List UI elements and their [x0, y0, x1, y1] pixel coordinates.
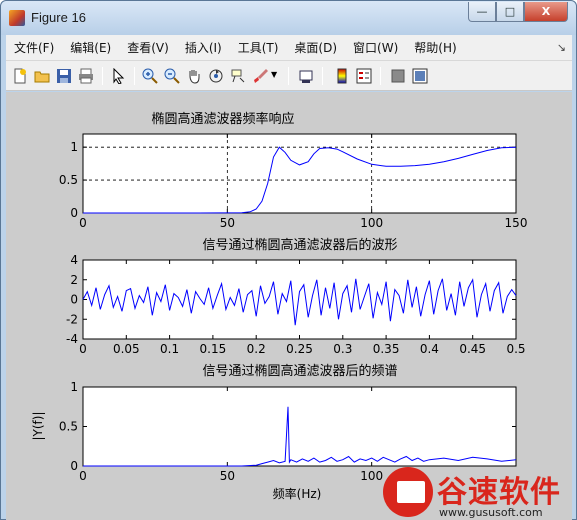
x-tick-label: 0.3	[333, 342, 352, 356]
y-tick-label: 1	[70, 380, 78, 394]
menu-bar: 文件(F) 编辑(E) 查看(V) 插入(I) 工具(T) 桌面(D) 窗口(W…	[6, 35, 572, 61]
y-tick-label: 0	[70, 293, 78, 307]
pan-hand-icon[interactable]	[186, 68, 202, 84]
x-tick-label: 0.2	[247, 342, 266, 356]
x-tick-label: 50	[220, 216, 235, 230]
y-tick-label: 0.5	[59, 420, 78, 434]
title-frequency-response: 椭圆高通滤波器频率响应	[151, 111, 294, 127]
rotate-3d-icon[interactable]	[208, 68, 224, 84]
watermark: 谷速软件 www.gususoft.com	[381, 467, 577, 520]
toolbar-separator	[322, 67, 323, 85]
minimize-button[interactable]: —	[468, 2, 496, 22]
menu-window[interactable]: 窗口(W)	[345, 39, 406, 56]
figure-toolbar: ▼	[6, 61, 572, 91]
open-file-icon[interactable]	[34, 68, 50, 84]
menu-desktop[interactable]: 桌面(D)	[286, 39, 345, 56]
figure-window: Figure 16 — □ X 文件(F) 编辑(E) 查看(V) 插入(I) …	[0, 0, 577, 520]
y-tick-label: -2	[66, 312, 78, 326]
insert-colorbar-icon[interactable]	[334, 68, 350, 84]
watermark-name: 谷速软件	[437, 475, 561, 510]
zoom-in-icon[interactable]	[142, 68, 158, 84]
toolbar-separator	[102, 67, 103, 85]
print-icon[interactable]	[78, 68, 94, 84]
x-tick-label: 0.15	[200, 342, 227, 356]
figure-canvas[interactable]: 椭圆高通滤波器频率响应 0 50 100 150 0 0.5 1 信号通过椭圆高通滤波器后的…	[6, 92, 572, 520]
link-plot-icon[interactable]	[298, 68, 314, 84]
x-tick-label: 0.35	[373, 342, 400, 356]
brush-icon[interactable]	[252, 68, 268, 84]
plots-svg: 椭圆高通滤波器频率响应 0 50 100 15000.51 信号通过椭圆高通滤波器后的…	[31, 111, 528, 501]
y-tick-label: 4	[70, 253, 78, 267]
brush-dropdown-icon[interactable]: ▼	[271, 70, 277, 79]
x-tick-label: 0.1	[160, 342, 179, 356]
x-tick-label: 0.5	[506, 342, 525, 356]
edit-plot-arrow-icon[interactable]	[110, 68, 126, 84]
menu-dock-arrow-icon[interactable]: ↘	[557, 41, 566, 54]
save-icon[interactable]	[56, 68, 72, 84]
zoom-out-icon[interactable]	[164, 68, 180, 84]
close-button[interactable]: X	[524, 2, 568, 22]
data-cursor-icon[interactable]	[230, 68, 246, 84]
maximize-button[interactable]: □	[496, 2, 524, 22]
menu-tools[interactable]: 工具(T)	[230, 39, 287, 56]
insert-legend-icon[interactable]	[356, 68, 372, 84]
x-tick-label: 0.05	[113, 342, 140, 356]
window-title: Figure 16	[31, 10, 86, 25]
x-tick-label: 0	[79, 342, 87, 356]
plot-area-filtered-waveform	[82, 259, 517, 340]
plot-area-frequency-response	[82, 133, 517, 214]
xlabel-frequency: 频率(Hz)	[273, 486, 322, 501]
toolbar-separator	[380, 67, 381, 85]
menu-edit[interactable]: 编辑(E)	[62, 39, 119, 56]
watermark-logo-icon	[383, 467, 433, 517]
x-tick-label: 100	[360, 469, 383, 483]
x-tick-label: 0.25	[286, 342, 313, 356]
y-tick-label: 0.5	[59, 173, 78, 187]
y-tick-label: 1	[70, 140, 78, 154]
show-plot-tools-icon[interactable]	[412, 68, 428, 84]
menu-view[interactable]: 查看(V)	[119, 39, 177, 56]
matlab-logo-icon	[9, 10, 25, 26]
y-tick-label: 2	[70, 273, 78, 287]
title-bar[interactable]: Figure 16 — □ X	[1, 1, 576, 35]
toolbar-separator	[288, 67, 289, 85]
ylabel-magnitude: |Y(f)|	[31, 411, 45, 440]
x-tick-label: 50	[220, 469, 235, 483]
y-tick-label: 0	[70, 459, 78, 473]
new-figure-icon[interactable]	[12, 68, 28, 84]
watermark-url: www.gususoft.com	[439, 506, 543, 519]
title-filtered-spectrum: 信号通过椭圆高通滤波器后的频谱	[202, 363, 397, 379]
plot-area-filtered-spectrum	[82, 386, 517, 467]
x-tick-label: 150	[505, 216, 528, 230]
x-tick-label: 100	[360, 216, 383, 230]
menu-file[interactable]: 文件(F)	[6, 39, 62, 56]
x-tick-label: 0	[79, 216, 87, 230]
window-controls: — □ X	[468, 2, 568, 22]
axes-filtered-waveform[interactable]: 信号通过椭圆高通滤波器后的波形 0 0.05 0.1 0.15 0.2 0.25 0.3 0.…	[66, 237, 526, 356]
x-tick-label: 0.45	[459, 342, 486, 356]
title-filtered-waveform: 信号通过椭圆高通滤波器后的波形	[202, 237, 397, 253]
y-tick-label: 0	[70, 206, 78, 220]
x-tick-label: 0.4	[420, 342, 439, 356]
menu-insert[interactable]: 插入(I)	[177, 39, 230, 56]
y-tick-label: -4	[66, 332, 78, 346]
x-tick-label: 0	[79, 469, 87, 483]
toolbar-separator	[134, 67, 135, 85]
hide-plot-tools-icon[interactable]	[390, 68, 406, 84]
menu-help[interactable]: 帮助(H)	[406, 39, 464, 56]
axes-frequency-response[interactable]: 椭圆高通滤波器频率响应 0 50 100 150 0 0.5 1	[59, 111, 528, 230]
